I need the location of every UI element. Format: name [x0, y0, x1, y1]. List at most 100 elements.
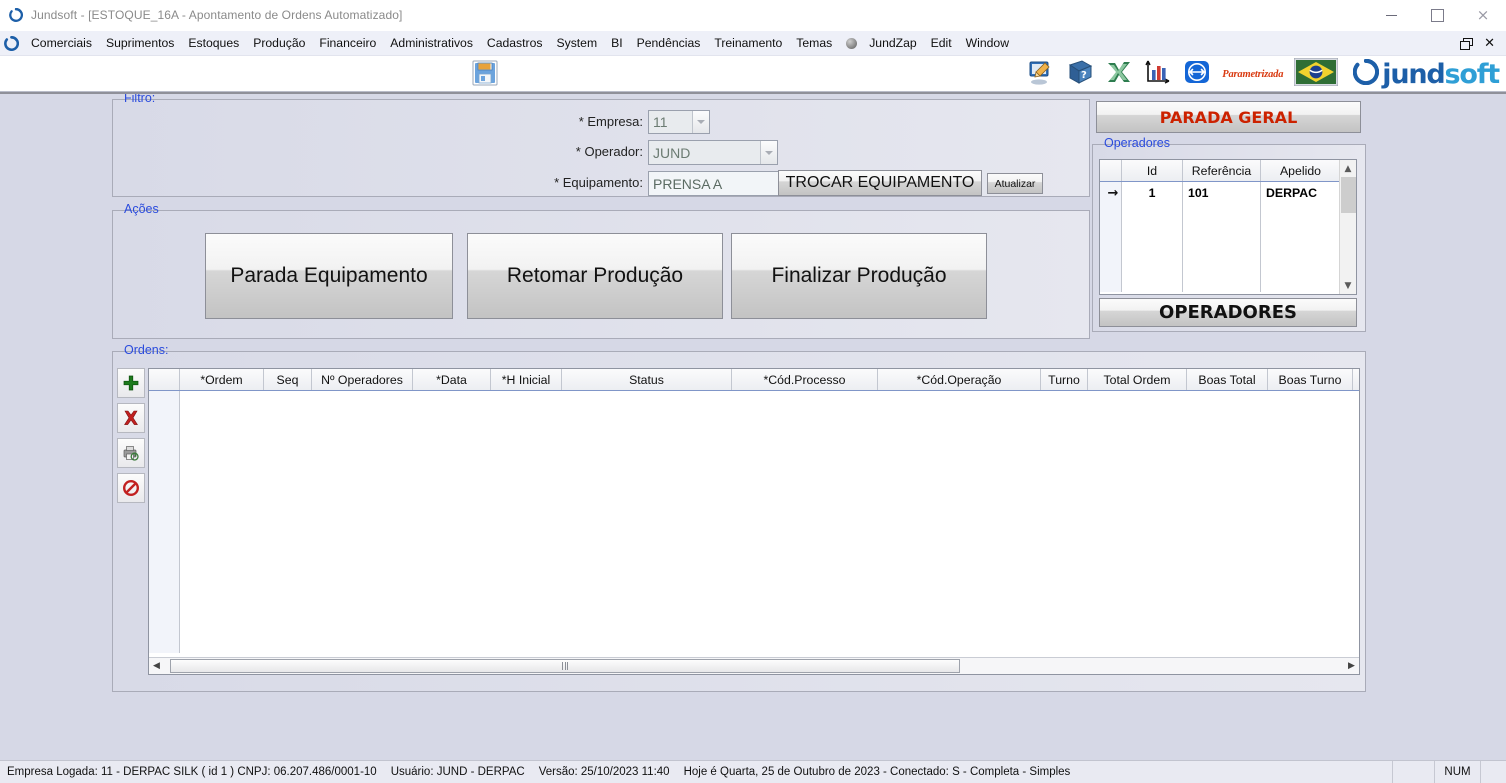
operadores-col-apelido[interactable]: Apelido	[1261, 160, 1341, 181]
table-row-empty[interactable]	[1100, 248, 1356, 270]
retomar-producao-button[interactable]: Retomar Produção	[467, 233, 723, 319]
ordens-grid-body[interactable]	[149, 391, 1359, 653]
ordens-col-data[interactable]: *Data	[413, 369, 491, 390]
empty-cell	[1122, 270, 1183, 292]
scroll-track[interactable]	[1340, 213, 1357, 277]
operadores-legend: Operadores	[1104, 136, 1171, 150]
operadores-col-id[interactable]: Id	[1122, 160, 1183, 181]
menu-item-comerciais[interactable]: Comerciais	[24, 33, 99, 54]
status-pane-end	[1480, 760, 1506, 783]
operadores-vertical-scrollbar[interactable]: ▲ ▼	[1339, 160, 1356, 294]
ordens-horizontal-scrollbar[interactable]: ◀ ▶	[149, 657, 1359, 674]
table-row-empty[interactable]	[1100, 226, 1356, 248]
ordens-col-total-ordem[interactable]: Total Ordem	[1088, 369, 1187, 390]
ordens-col-cod-processo[interactable]: *Cód.Processo	[732, 369, 878, 390]
empty-marker	[1100, 270, 1122, 292]
parada-equipamento-button[interactable]: Parada Equipamento	[205, 233, 453, 319]
ordens-col-ordem[interactable]: *Ordem	[180, 369, 264, 390]
operadores-button[interactable]: OPERADORES	[1099, 298, 1357, 327]
ordens-col-boas-turno[interactable]: Boas Turno	[1268, 369, 1353, 390]
mdi-close-icon[interactable]: ✕	[1484, 37, 1495, 50]
status-dot-icon	[846, 37, 858, 49]
excel-export-icon[interactable]	[1105, 58, 1133, 91]
finalizar-producao-button[interactable]: Finalizar Produção	[731, 233, 987, 319]
report-designer-icon[interactable]	[1027, 58, 1055, 91]
menu-item-jundzap[interactable]: JundZap	[862, 33, 923, 54]
cancel-row-button[interactable]	[117, 473, 145, 503]
operador-input[interactable]: JUND	[648, 140, 778, 165]
ordens-grid[interactable]: *Ordem Seq Nº Operadores *Data *H Inicia…	[148, 368, 1360, 675]
cell-id: 1	[1122, 182, 1183, 204]
menu-item-cadastros[interactable]: Cadastros	[480, 33, 550, 54]
window-close-button[interactable]: ×	[1460, 0, 1506, 31]
operador-dropdown-button[interactable]	[760, 141, 777, 164]
ordens-col-marker[interactable]	[149, 369, 180, 390]
menu-item-administrativos[interactable]: Administrativos	[383, 33, 480, 54]
chevron-down-icon	[697, 120, 705, 124]
menu-item-suprimentos[interactable]: Suprimentos	[99, 33, 181, 54]
mdi-window-controls: ✕	[1460, 37, 1506, 50]
table-row-empty[interactable]	[1100, 204, 1356, 226]
menu-item-producao[interactable]: Produção	[246, 33, 312, 54]
scroll-up-icon[interactable]: ▲	[1340, 160, 1357, 177]
ordens-col-seq[interactable]: Seq	[264, 369, 312, 390]
menu-item-estoques[interactable]: Estoques	[181, 33, 246, 54]
status-bar: Empresa Logada: 11 - DERPAC SILK ( id 1 …	[0, 760, 1506, 783]
menu-item-window[interactable]: Window	[959, 33, 1016, 54]
grip-icon	[562, 661, 568, 670]
menu-item-financeiro[interactable]: Financeiro	[312, 33, 383, 54]
empresa-dropdown-button[interactable]	[692, 111, 709, 133]
ordens-col-n-operadores[interactable]: Nº Operadores	[312, 369, 413, 390]
ordens-col-turno[interactable]: Turno	[1041, 369, 1088, 390]
trocar-equipamento-button[interactable]: TROCAR EQUIPAMENTO	[778, 170, 982, 196]
menu-bar: Comerciais Suprimentos Estoques Produção…	[0, 31, 1506, 56]
ordens-col-cod-operacao[interactable]: *Cód.Operação	[878, 369, 1041, 390]
help-icon[interactable]: ?	[1066, 58, 1094, 91]
scroll-down-icon[interactable]: ▼	[1340, 277, 1357, 294]
ordens-col-status[interactable]: Status	[562, 369, 732, 390]
window-title: Jundsoft - [ESTOQUE_16A - Apontamento de…	[31, 8, 403, 22]
operadores-col-marker[interactable]	[1100, 160, 1122, 181]
jundsoft-brand: jundsoft	[1353, 58, 1500, 90]
hscroll-thumb[interactable]	[170, 658, 960, 673]
menu-item-edit[interactable]: Edit	[924, 33, 959, 54]
ordens-grid-header: *Ordem Seq Nº Operadores *Data *H Inicia…	[149, 369, 1359, 391]
add-row-button[interactable]	[117, 368, 145, 398]
chart-report-icon[interactable]	[1144, 58, 1172, 91]
menu-item-temas[interactable]: Temas	[789, 33, 839, 54]
delete-row-button[interactable]	[117, 403, 145, 433]
ordens-col-boas-total[interactable]: Boas Total	[1187, 369, 1268, 390]
parada-geral-button[interactable]: PARADA GERAL	[1096, 101, 1361, 133]
hscroll-track[interactable]	[164, 658, 1344, 675]
ordens-empty-area[interactable]	[180, 391, 1359, 653]
menu-logo-icon	[4, 35, 19, 51]
application-window: Jundsoft - [ESTOQUE_16A - Apontamento de…	[0, 0, 1506, 783]
atualizar-button[interactable]: Atualizar	[987, 173, 1043, 194]
table-row[interactable]: → 1 101 DERPAC	[1100, 182, 1356, 204]
operador-value: JUND	[653, 144, 691, 161]
scroll-left-icon[interactable]: ◀	[149, 658, 164, 675]
window-maximize-button[interactable]	[1414, 0, 1460, 31]
save-icon[interactable]	[472, 59, 498, 92]
empty-cell	[1261, 226, 1341, 248]
mdi-restore-icon[interactable]	[1460, 37, 1474, 50]
table-row-empty[interactable]	[1100, 270, 1356, 292]
brazil-flag-icon[interactable]	[1293, 57, 1339, 91]
operadores-grid[interactable]: Id Referência Apelido → 1 101 DERPAC ▲ ▼	[1099, 159, 1357, 295]
menu-item-pendencias[interactable]: Pendências	[630, 33, 708, 54]
print-row-button[interactable]	[117, 438, 145, 468]
menu-item-system[interactable]: System	[549, 33, 604, 54]
menu-item-bi[interactable]: BI	[604, 33, 630, 54]
ordens-side-toolbar	[117, 368, 145, 508]
menu-item-treinamento[interactable]: Treinamento	[707, 33, 789, 54]
empresa-input[interactable]: 11	[648, 110, 710, 134]
operadores-col-referencia[interactable]: Referência	[1183, 160, 1261, 181]
empty-cell	[1122, 204, 1183, 226]
window-minimize-button[interactable]	[1368, 0, 1414, 31]
ordens-col-h-inicial[interactable]: *H Inicial	[491, 369, 562, 390]
operadores-group: Operadores Id Referência Apelido → 1 101…	[1092, 136, 1366, 332]
remote-support-icon[interactable]	[1183, 58, 1211, 91]
scroll-thumb[interactable]	[1340, 177, 1356, 213]
scroll-right-icon[interactable]: ▶	[1344, 658, 1359, 675]
operadores-grid-header: Id Referência Apelido	[1100, 160, 1356, 182]
